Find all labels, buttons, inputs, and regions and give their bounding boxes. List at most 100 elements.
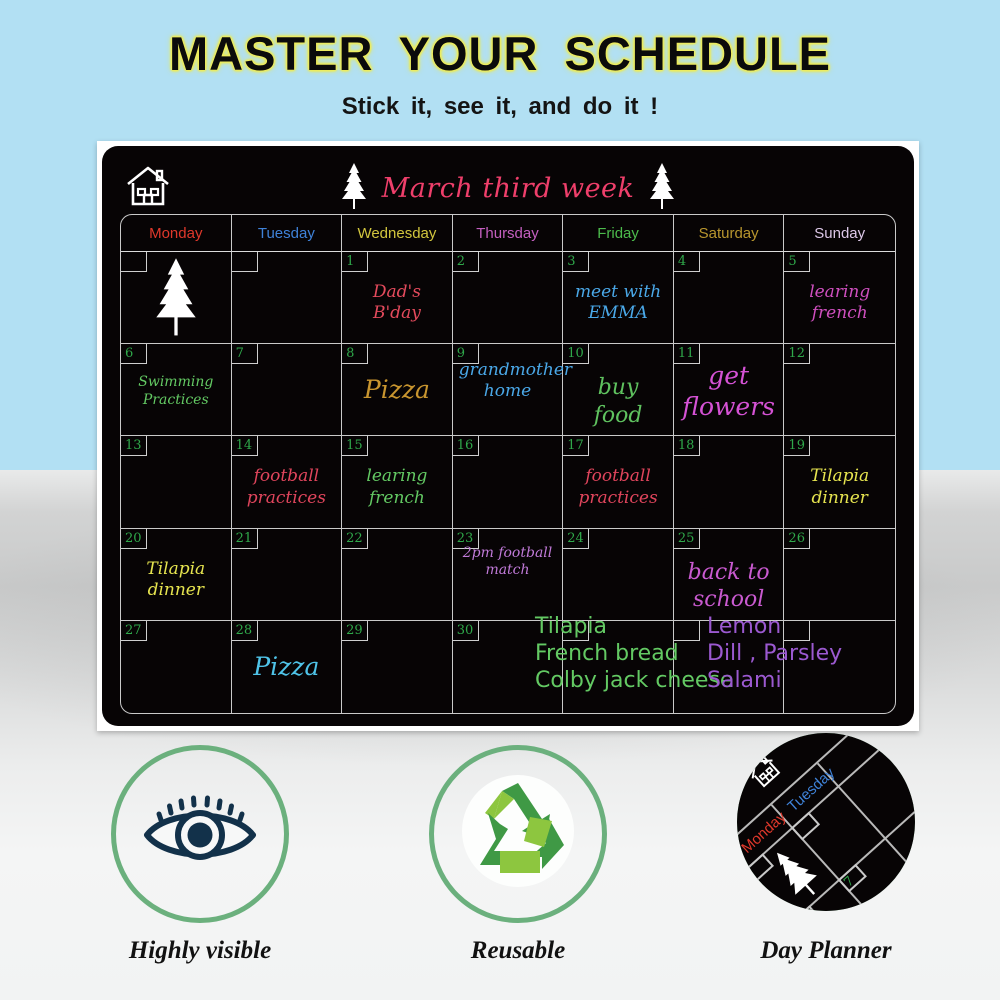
- feature-row: Highly visible Reusable Monday Tuesday 7…: [0, 733, 1000, 1000]
- pine-tree-icon-right: [648, 162, 676, 215]
- infographic-page: MASTER YOUR SCHEDULE Stick it, see it, a…: [0, 0, 1000, 1000]
- calendar-cell[interactable]: 1 Dad's B'day: [342, 252, 453, 345]
- calendar-note: football practices: [246, 466, 326, 508]
- calendar-note: get flowers: [682, 361, 775, 422]
- day-number-empty: [784, 620, 811, 641]
- calendar-cell[interactable]: [121, 252, 232, 345]
- page-title: MASTER YOUR SCHEDULE: [168, 27, 832, 80]
- page-subtitle: Stick it, see it, and do it !: [341, 93, 659, 120]
- calendar-cell[interactable]: 8 Pizza: [342, 344, 453, 437]
- day-number: 8: [342, 344, 369, 365]
- day-number-empty: [231, 252, 258, 272]
- calendar-note: grandmother home: [458, 360, 573, 402]
- calendar-grid[interactable]: Monday Tuesday Wednesday Thursday Friday Satu…: [120, 214, 896, 714]
- calendar-cell[interactable]: 15 learing french: [342, 436, 453, 529]
- day-number: 21: [231, 528, 258, 549]
- calendar-cell[interactable]: 3 meet with EMMA: [563, 252, 674, 345]
- calendar-note: Pizza: [253, 651, 320, 681]
- calendar-cell[interactable]: 30: [452, 620, 564, 713]
- day-number: 1: [342, 252, 369, 272]
- calendar-note: Dad's B'day: [372, 282, 421, 324]
- calendar-note: Tilapia dinner: [146, 558, 206, 600]
- feature-label-2: Reusable: [470, 937, 566, 964]
- day-number: 9: [452, 344, 479, 365]
- board-title: March third week: [381, 172, 635, 204]
- day-number: 12: [784, 344, 811, 365]
- calendar-note: buy food: [593, 375, 643, 428]
- calendar-cell[interactable]: 4: [673, 252, 785, 345]
- calendar-note: back to school: [687, 559, 770, 613]
- day-number: 20: [121, 528, 147, 549]
- calendar-cell[interactable]: [231, 252, 343, 345]
- calendar-note: Tilapia dinner: [810, 466, 870, 508]
- day-number: 24: [563, 528, 590, 549]
- day-number: 22: [342, 528, 369, 549]
- calendar-cell[interactable]: 24: [563, 528, 674, 621]
- day-number: 18: [673, 436, 700, 457]
- calendar-board: March third week Monday Tuesday Wednesday T…: [97, 141, 919, 731]
- calendar-cell[interactable]: 12: [784, 344, 895, 437]
- day-number: 7: [231, 344, 258, 365]
- calendar-note: Pizza: [363, 375, 430, 405]
- pine-tree-icon-mini: [764, 840, 831, 910]
- day-number: 3: [563, 252, 590, 272]
- feature-ring-1: [111, 745, 289, 923]
- day-number-empty: [673, 620, 700, 641]
- calendar-cell[interactable]: 14 football practices: [231, 436, 343, 529]
- calendar-note: learing french: [366, 466, 428, 508]
- mini-calendar: Monday Tuesday 6 7: [737, 733, 915, 911]
- feature-highly-visible: Highly visible: [90, 745, 310, 965]
- calendar-note: 2pm football match: [462, 544, 553, 579]
- day-number: 23: [452, 528, 479, 549]
- day-number: 19: [784, 436, 811, 457]
- day-number: 13: [121, 436, 147, 457]
- calendar-cell[interactable]: 22: [342, 528, 453, 621]
- calendar-cell[interactable]: 16: [452, 436, 564, 529]
- day-number: 27: [121, 620, 147, 641]
- day-number: 30: [452, 620, 479, 641]
- calendar-cell[interactable]: 11 get flowers: [673, 344, 785, 437]
- calendar-cell[interactable]: [673, 620, 785, 713]
- day-number: 5: [784, 252, 811, 272]
- recycle-icon: [458, 773, 578, 896]
- day-number: 17: [563, 436, 590, 457]
- calendar-cell[interactable]: 26: [784, 528, 895, 621]
- day-header-tuesday: Tuesday: [231, 215, 343, 252]
- day-number: 6: [121, 344, 147, 365]
- calendar-cell[interactable]: 13: [121, 436, 232, 529]
- calendar-cell[interactable]: 25 back to school: [673, 528, 785, 621]
- day-header-saturday: Saturday: [673, 215, 785, 252]
- calendar-cell[interactable]: [563, 620, 674, 713]
- calendar-cell[interactable]: 21: [231, 528, 343, 621]
- feature-reusable: Reusable: [408, 745, 628, 965]
- calendar-cell[interactable]: 27: [121, 620, 232, 713]
- day-number: 26: [784, 528, 811, 549]
- calendar-note: Swimming Practices: [138, 374, 214, 408]
- feature-day-planner: Monday Tuesday 6 7: [716, 733, 936, 965]
- calendar-cell[interactable]: 7: [231, 344, 343, 437]
- calendar-cell[interactable]: 10 buy food: [563, 344, 674, 437]
- calendar-cell[interactable]: 9 grandmother home: [452, 344, 573, 437]
- day-number-empty: [121, 252, 147, 272]
- calendar-cell[interactable]: [784, 620, 895, 713]
- calendar-note: meet with EMMA: [574, 282, 662, 324]
- day-header-sunday: Sunday: [784, 215, 895, 252]
- calendar-note: football practices: [578, 466, 658, 508]
- calendar-board-surface: March third week Monday Tuesday Wednesday T…: [102, 146, 914, 726]
- calendar-cell[interactable]: 17 football practices: [563, 436, 674, 529]
- calendar-cell[interactable]: 20 Tilapia dinner: [121, 528, 232, 621]
- calendar-cell[interactable]: 19 Tilapia dinner: [784, 436, 895, 529]
- calendar-cell[interactable]: 5 learing french: [784, 252, 895, 345]
- day-number: 10: [563, 344, 590, 365]
- calendar-cell[interactable]: 23 2pm football match: [452, 528, 564, 621]
- calendar-cell[interactable]: 2: [452, 252, 564, 345]
- calendar-cell[interactable]: 28 Pizza: [231, 620, 343, 713]
- feature-ring-2: [429, 745, 607, 923]
- day-header-monday: Monday: [121, 215, 232, 252]
- day-number: 15: [342, 436, 369, 457]
- calendar-cell[interactable]: 29: [342, 620, 453, 713]
- day-header-friday: Friday: [563, 215, 674, 252]
- feature-label-3: Day Planner: [760, 937, 892, 964]
- calendar-cell[interactable]: 6 Swimming Practices: [121, 344, 232, 437]
- calendar-cell[interactable]: 18: [673, 436, 785, 529]
